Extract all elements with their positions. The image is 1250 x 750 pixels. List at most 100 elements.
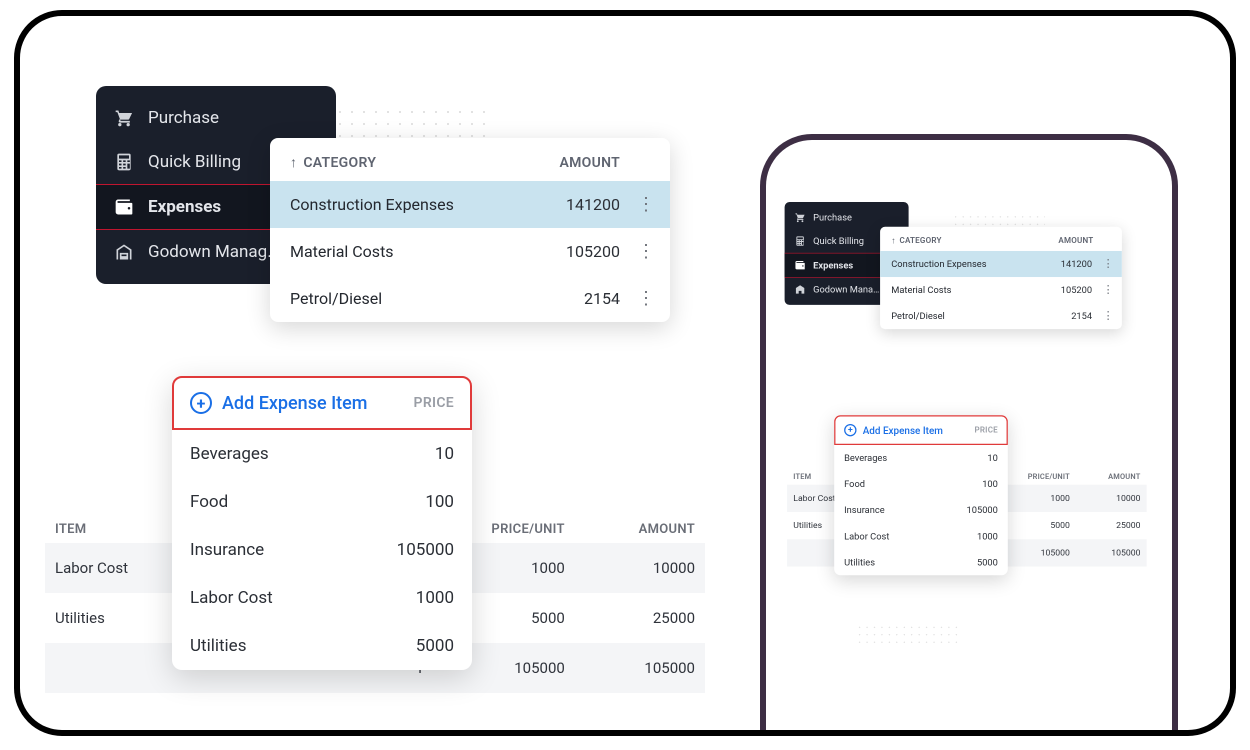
amount-header-label: AMOUNT [1058, 236, 1093, 245]
category-amount: 141200 [566, 195, 620, 214]
sidebar-item-label: Quick Billing [813, 235, 864, 246]
category-card: ↑ CATEGORY AMOUNT Construction Expenses … [880, 227, 1122, 329]
sidebar-item-purchase[interactable]: Purchase [96, 96, 336, 140]
phone-side-button [14, 294, 16, 338]
warehouse-icon [795, 284, 806, 295]
category-header-label: CATEGORY [899, 236, 941, 245]
category-name: Material Costs [290, 242, 566, 261]
expense-option-price: 100 [425, 492, 454, 512]
expense-option-price: 10 [435, 444, 454, 464]
sort-arrow-icon[interactable]: ↑ [891, 235, 896, 246]
expense-option[interactable]: Utilities 5000 [834, 549, 1008, 575]
category-amount: 141200 [1061, 258, 1092, 269]
expense-option[interactable]: Beverages 10 [834, 445, 1008, 471]
cart-icon [114, 108, 134, 128]
wallet-icon [795, 260, 806, 271]
expense-option-price: 5000 [416, 636, 454, 656]
expense-option-name: Utilities [844, 557, 875, 568]
category-amount: 2154 [584, 289, 620, 308]
expense-option[interactable]: Food 100 [172, 478, 472, 526]
item-amount: 10000 [565, 559, 695, 577]
category-amount: 105200 [1061, 284, 1092, 295]
more-icon[interactable]: ⋮ [634, 243, 658, 261]
expense-option[interactable]: Labor Cost 1000 [172, 574, 472, 622]
decorative-dots [856, 624, 961, 646]
sidebar-item-label: Godown Mana… [813, 284, 879, 295]
category-row[interactable]: Construction Expenses 141200 ⋮ [270, 181, 670, 228]
category-name: Petrol/Diesel [290, 289, 584, 308]
expense-option-name: Labor Cost [190, 588, 273, 608]
expense-option-price: 100 [982, 479, 998, 490]
expense-option[interactable]: Beverages 10 [172, 430, 472, 478]
more-icon[interactable]: ⋮ [1101, 311, 1116, 322]
sidebar-item-purchase[interactable]: Purchase [785, 206, 909, 230]
category-row[interactable]: Construction Expenses 141200 ⋮ [880, 251, 1122, 277]
plus-circle-icon: + [844, 424, 856, 436]
expense-option[interactable]: Labor Cost 1000 [834, 523, 1008, 549]
add-expense-title: Add Expense Item [863, 424, 943, 436]
category-row[interactable]: Material Costs 105200 ⋮ [880, 277, 1122, 303]
add-expense-header[interactable]: + Add Expense Item PRICE [172, 376, 472, 430]
expense-option-name: Insurance [844, 505, 885, 516]
expense-option-name: Beverages [844, 452, 887, 463]
sort-arrow-icon[interactable]: ↑ [290, 154, 297, 171]
calculator-icon [114, 152, 134, 172]
expense-option-price: 105000 [397, 540, 454, 560]
price-header-label: PRICE [975, 426, 998, 435]
add-expense-header[interactable]: + Add Expense Item PRICE [834, 415, 1008, 445]
sidebar-item-label: Purchase [148, 108, 219, 128]
add-expense-card: + Add Expense Item PRICE Beverages 10 Fo… [834, 415, 1008, 575]
item-amount: 25000 [565, 609, 695, 627]
category-row[interactable]: Material Costs 105200 ⋮ [270, 228, 670, 275]
category-amount: 105200 [566, 242, 620, 261]
outer-frame: ITEM QTY PRICE/UNIT AMOUNT Labor Cost 10… [14, 10, 1236, 736]
item-amount: 105000 [1070, 548, 1141, 558]
cart-icon [795, 212, 806, 223]
sidebar-item-label: Expenses [813, 260, 853, 271]
item-amount: 105000 [565, 659, 695, 677]
category-amount: 2154 [1071, 311, 1092, 322]
expense-option[interactable]: Food 100 [834, 471, 1008, 497]
item-amount: 10000 [1070, 493, 1141, 503]
desktop-composite: ITEM QTY PRICE/UNIT AMOUNT Labor Cost 10… [80, 76, 700, 716]
category-card: ↑ CATEGORY AMOUNT Construction Expenses … [270, 138, 670, 322]
amount-header-label: AMOUNT [559, 155, 620, 171]
item-amount: 25000 [1070, 521, 1141, 531]
warehouse-icon [114, 242, 134, 262]
more-icon[interactable]: ⋮ [634, 196, 658, 214]
sidebar-item-label: Quick Billing [148, 152, 241, 172]
phone-screen: ITEM QTY PRICE/UNIT AMOUNT Labor Cost 10… [766, 140, 1178, 736]
plus-circle-icon: + [190, 392, 212, 414]
more-icon[interactable]: ⋮ [1101, 258, 1116, 269]
category-name: Material Costs [891, 284, 1061, 295]
category-header-label: CATEGORY [303, 155, 376, 171]
expense-option-name: Food [844, 479, 865, 490]
expense-option-name: Labor Cost [844, 531, 889, 542]
items-col-amount: AMOUNT [1070, 472, 1141, 481]
sidebar-item-label: Expenses [148, 197, 221, 217]
items-col-amount: AMOUNT [565, 522, 695, 537]
category-row[interactable]: Petrol/Diesel 2154 ⋮ [880, 303, 1122, 329]
wallet-icon [114, 197, 134, 217]
price-header-label: PRICE [414, 395, 454, 411]
category-header: ↑ CATEGORY AMOUNT [270, 138, 670, 181]
phone-side-button [14, 438, 16, 508]
category-row[interactable]: Petrol/Diesel 2154 ⋮ [270, 275, 670, 322]
expense-option-price: 105000 [967, 505, 998, 516]
expense-option[interactable]: Utilities 5000 [172, 622, 472, 670]
sidebar-item-label: Godown Manag… [148, 242, 279, 262]
more-icon[interactable]: ⋮ [634, 290, 658, 308]
expense-option-price: 1000 [416, 588, 454, 608]
expense-option-name: Utilities [190, 636, 246, 656]
expense-option[interactable]: Insurance 105000 [172, 526, 472, 574]
expense-option-price: 1000 [977, 531, 998, 542]
expense-option-price: 10 [987, 452, 997, 463]
expense-option-price: 5000 [977, 557, 998, 568]
expense-option-name: Beverages [190, 444, 269, 464]
add-expense-title: Add Expense Item [222, 393, 368, 414]
more-icon[interactable]: ⋮ [1101, 284, 1116, 295]
calculator-icon [795, 235, 806, 246]
sidebar-item-label: Purchase [813, 212, 852, 223]
expense-option[interactable]: Insurance 105000 [834, 497, 1008, 523]
decorative-dots [210, 726, 380, 736]
